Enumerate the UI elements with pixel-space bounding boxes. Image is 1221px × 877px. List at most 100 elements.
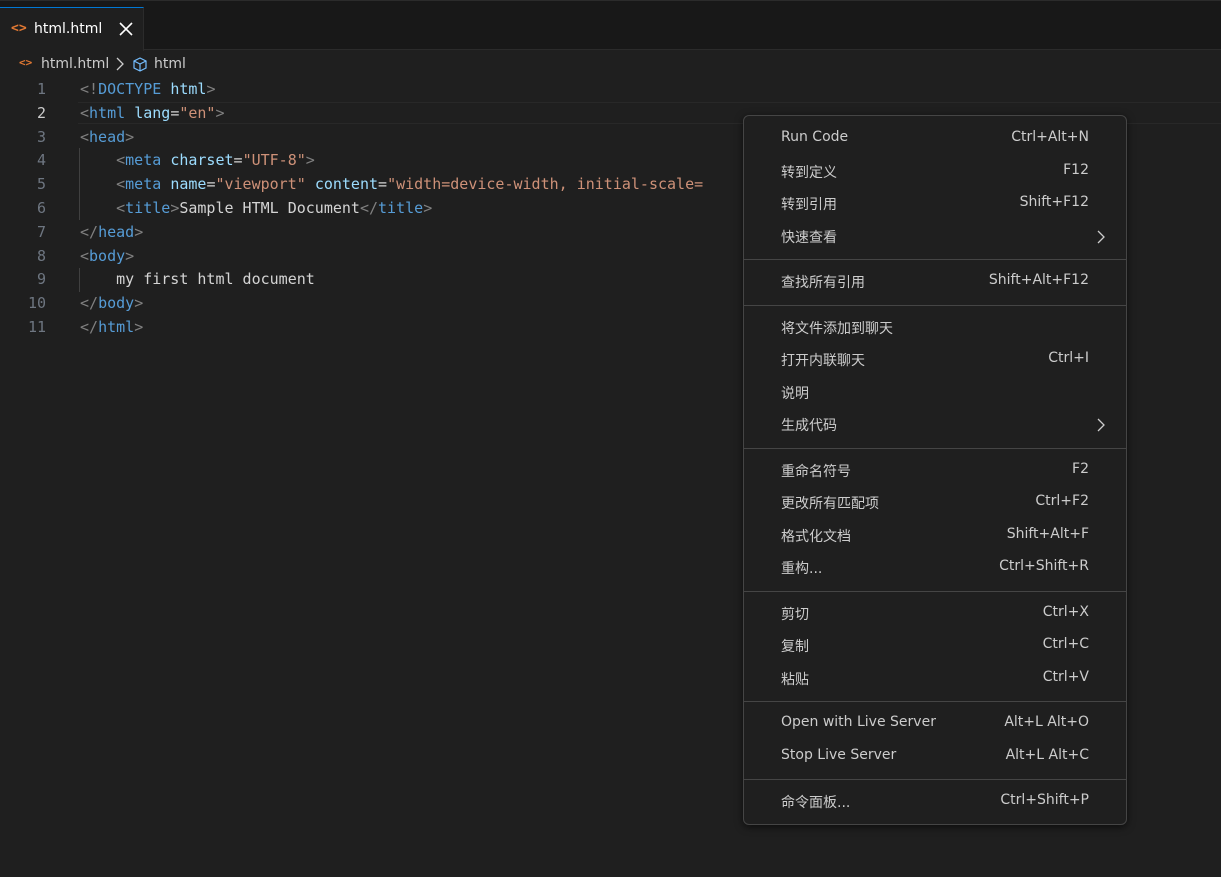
close-icon[interactable] <box>116 19 136 39</box>
code-tag: meta <box>125 175 162 194</box>
menu-item-shortcut: Ctrl+X <box>1042 603 1089 620</box>
breadcrumb: <> html.html html <box>0 52 700 76</box>
menu-item-shortcut: Ctrl+C <box>1042 636 1089 652</box>
code-punctuation: < <box>116 199 126 217</box>
menu-item-copy[interactable]: 复制 Ctrl+C <box>744 630 1126 660</box>
breadcrumb-symbol[interactable]: html <box>154 56 186 72</box>
code-punctuation: < <box>80 246 90 265</box>
code-punctuation: < <box>116 175 126 194</box>
chevron-right-icon <box>1096 417 1106 432</box>
menu-item-run-code[interactable]: Run Code Ctrl+Alt+N <box>744 123 1126 153</box>
code-punctuation: </ <box>80 318 99 336</box>
line-number: 3 <box>36 127 46 146</box>
menu-item-shortcut: Ctrl+Alt+N <box>1011 129 1089 145</box>
code-content: </head> <box>80 223 143 241</box>
menu-separator <box>744 447 1126 449</box>
context-menu: Run Code Ctrl+Alt+N 转到定义 F12 转到引用 Shift+F12 快速… <box>743 115 1127 825</box>
code-string: "en" <box>179 103 216 122</box>
menu-item-shortcut: Ctrl+F2 <box>1035 493 1089 509</box>
menu-item-open-with-live-server[interactable]: Open with Live Server Alt+L Alt+O <box>744 708 1126 738</box>
code-text: = <box>170 103 180 122</box>
code-string: "UTF-8" <box>242 151 306 170</box>
menu-item-change-all-occurrences[interactable]: 更改所有匹配项 Ctrl+F2 <box>744 487 1126 517</box>
menu-item-add-file-to-chat[interactable]: 将文件添加到聊天 <box>744 312 1126 342</box>
menu-item-label: Run Code <box>781 129 849 145</box>
code-text: = <box>378 175 388 194</box>
menu-separator <box>744 590 1126 592</box>
code-content: my first html document <box>80 270 315 288</box>
menu-item-shortcut: Ctrl+Shift+R <box>999 558 1089 574</box>
symbol-structure-icon <box>131 56 149 74</box>
code-tag: body <box>98 294 135 313</box>
code-tag: title <box>378 199 424 217</box>
code-attribute: content <box>314 175 379 194</box>
code-punctuation: > <box>215 103 225 122</box>
line-number: 2 <box>36 103 46 122</box>
menu-item-explain[interactable]: 说明 <box>744 377 1126 407</box>
code-tag: title <box>125 199 171 217</box>
menu-item-rename-symbol[interactable]: 重命名符号 F2 <box>744 455 1126 485</box>
code-tag: html <box>98 318 135 336</box>
menu-item-label: 打开内联聊天 <box>781 353 865 369</box>
code-string: "viewport" <box>215 175 306 194</box>
code-content: </html> <box>80 318 143 336</box>
code-content: <head> <box>80 128 134 146</box>
code-text: Sample HTML Document <box>179 199 360 217</box>
code-punctuation: < <box>116 151 126 170</box>
code-punctuation: > <box>134 318 144 336</box>
menu-item-cut[interactable]: 剪切 Ctrl+X <box>744 598 1126 628</box>
code-tag: head <box>98 222 135 241</box>
code-string: "width=device-width, initial-scale= <box>387 175 704 194</box>
code-attribute: name <box>170 175 207 194</box>
menu-item-go-to-references[interactable]: 转到引用 Shift+F12 <box>744 188 1126 218</box>
menu-item-peek[interactable]: 快速查看 <box>744 221 1126 251</box>
menu-item-open-inline-chat[interactable]: 打开内联聊天 Ctrl+I <box>744 344 1126 374</box>
code-content: <html lang="en"> <box>80 104 225 122</box>
menu-item-label: 格式化文档 <box>781 528 851 545</box>
tab-bar: <> html.html <box>0 0 1221 51</box>
code-tag: body <box>89 246 126 265</box>
menu-separator <box>744 259 1126 260</box>
menu-item-shortcut: Ctrl+V <box>1042 668 1089 685</box>
menu-item-refactor[interactable]: 重构... Ctrl+Shift+R <box>744 552 1126 582</box>
menu-item-label: 将文件添加到聊天 <box>781 320 893 337</box>
code-punctuation: </ <box>80 294 99 313</box>
menu-item-shortcut: Alt+L Alt+O <box>1004 714 1089 730</box>
menu-item-label: 重命名符号 <box>781 463 851 480</box>
menu-item-generate-code[interactable]: 生成代码 <box>744 409 1126 439</box>
code-punctuation: > <box>134 222 144 241</box>
menu-item-label: 转到定义 <box>781 164 837 181</box>
menu-item-label: 生成代码 <box>781 418 837 434</box>
code-attribute: lang <box>134 103 171 122</box>
code-text: my first html document <box>80 270 315 289</box>
menu-item-command-palette[interactable]: 命令面板... Ctrl+Shift+P <box>744 786 1126 816</box>
code-content: <title>Sample HTML Document</title> <box>80 199 432 217</box>
menu-item-label: 剪切 <box>781 606 809 623</box>
line-number: 4 <box>36 151 46 170</box>
menu-item-shortcut: Shift+Alt+F12 <box>988 272 1089 288</box>
menu-item-go-to-definition[interactable]: 转到定义 F12 <box>744 156 1126 186</box>
menu-item-stop-live-server[interactable]: Stop Live Server Alt+L Alt+C <box>744 741 1126 771</box>
menu-item-label: 查找所有引用 <box>781 275 865 291</box>
menu-item-format-document[interactable]: 格式化文档 Shift+Alt+F <box>744 520 1126 550</box>
code-tag: DOCTYPE <box>98 80 162 98</box>
menu-separator <box>744 779 1126 780</box>
menu-item-label: Open with Live Server <box>781 714 936 730</box>
tab-html-html[interactable]: <> html.html <box>0 7 144 51</box>
code-punctuation: > <box>134 294 144 313</box>
menu-separator <box>744 701 1126 702</box>
menu-item-find-all-references[interactable]: 查找所有引用 Shift+Alt+F12 <box>744 266 1126 296</box>
menu-item-shortcut: Ctrl+Shift+P <box>1000 792 1089 808</box>
code-punctuation: > <box>305 151 315 170</box>
line-number: 5 <box>36 175 46 194</box>
menu-item-paste[interactable]: 粘贴 Ctrl+V <box>744 663 1126 693</box>
html-file-icon: <> <box>19 56 33 69</box>
code-line[interactable]: 1 <!DOCTYPE html> <box>0 77 1221 101</box>
breadcrumb-file[interactable]: html.html <box>41 56 109 72</box>
